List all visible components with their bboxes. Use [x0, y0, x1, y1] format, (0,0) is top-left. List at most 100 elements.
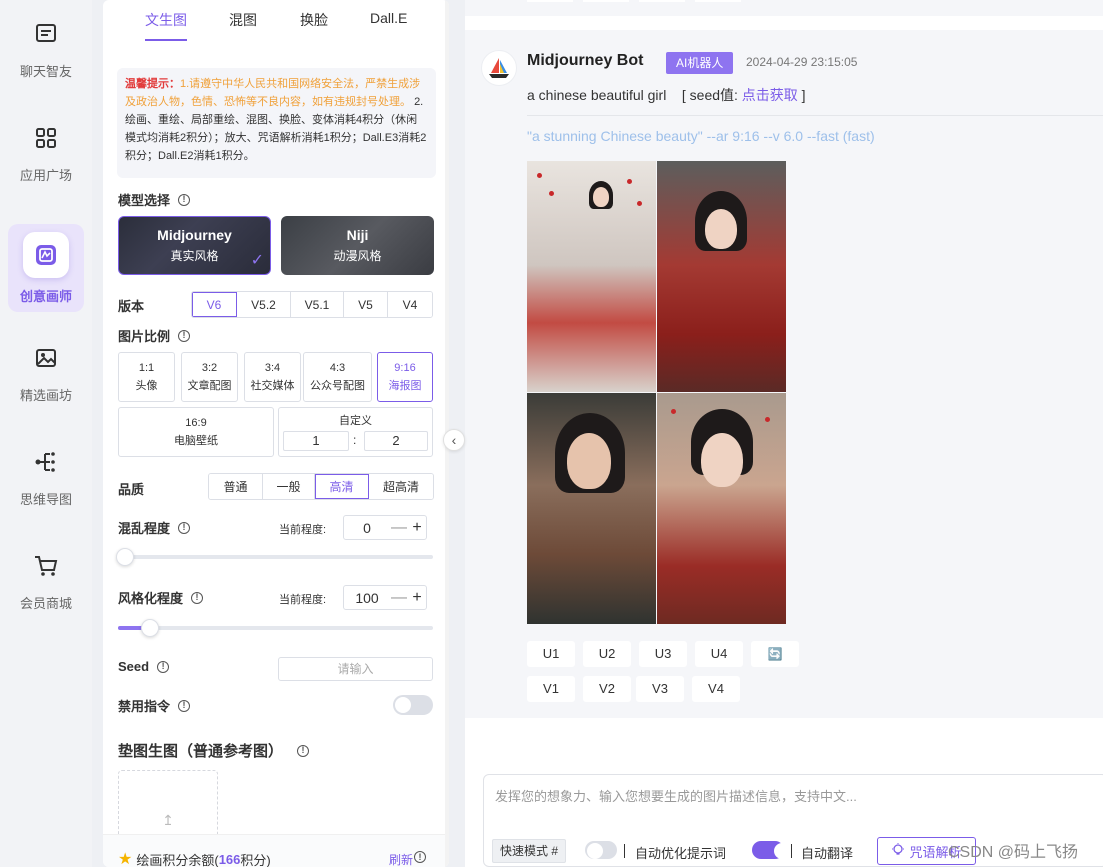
auto-optimize-label: 自动优化提示词 [635, 846, 727, 861]
model-sub: 动漫风格 [333, 249, 382, 263]
watermark: CSDN @码上飞扬 [948, 844, 1079, 861]
tab-face-swap[interactable]: 换脸 [300, 10, 328, 30]
variation-button-v1[interactable]: V1 [527, 676, 575, 702]
get-seed-link[interactable]: 点击获取 [742, 87, 798, 103]
tab-dalle[interactable]: Dall.E [370, 10, 407, 26]
no-command-toggle[interactable] [393, 695, 433, 715]
version-option[interactable]: V5.2 [237, 292, 291, 317]
ratio-value: 4:3 [329, 362, 346, 374]
separator [624, 844, 625, 858]
version-option[interactable]: V4 [388, 292, 432, 317]
result-prompt: "a stunning Chinese beauty" --ar 9:16 --… [527, 128, 875, 144]
version-option[interactable]: V6 [192, 292, 237, 317]
quality-option[interactable]: 高清 [315, 474, 369, 499]
nav-item-mindmap[interactable]: 思维导图 [8, 434, 84, 522]
nav-item-creative-painter[interactable]: 创意画师 [8, 224, 84, 312]
refresh-link[interactable]: 刷新 [389, 851, 413, 867]
prompt-input-placeholder[interactable]: 发挥您的想象力、输入您想要生成的图片描述信息，支持中文... [495, 786, 857, 805]
minus-button[interactable]: — [390, 589, 408, 607]
chat-area: Midjourney Bot AI机器人 2024-04-29 23:15:05… [465, 0, 1103, 867]
grid-icon [33, 125, 59, 151]
stylize-slider-thumb[interactable] [140, 619, 159, 637]
ref-image-label: 垫图生图（普通参考图） [118, 743, 284, 760]
nav-item-apps[interactable]: 应用广场 [8, 110, 84, 198]
ratio-option-16-9[interactable]: 16:9 电脑壁纸 [118, 407, 274, 457]
info-icon[interactable]: ! [157, 660, 170, 673]
auto-translate-toggle[interactable] [752, 841, 790, 859]
generated-image-4[interactable] [657, 393, 786, 624]
version-selector: V6 V5.2 V5.1 V5 V4 [191, 291, 433, 318]
image-icon [33, 345, 59, 371]
ratio-desc: 文章配图 [187, 380, 232, 392]
ratio-option-1-1[interactable]: 1:1 头像 [118, 352, 175, 402]
upscale-button-u4[interactable]: U4 [695, 641, 743, 667]
info-icon[interactable]: ! [178, 521, 191, 534]
variation-button-v2[interactable]: V2 [583, 676, 631, 702]
auto-optimize-toggle[interactable] [585, 841, 617, 859]
custom-separator: : [353, 433, 357, 447]
plus-button[interactable]: + [408, 519, 426, 537]
custom-width-input[interactable]: 1 [283, 431, 349, 451]
chaos-slider-thumb[interactable] [116, 548, 134, 566]
notice-box: 温馨提示：1.请遵守中华人民共和国网络安全法，严禁生成涉及政治人物，色情、恐怖等… [117, 68, 436, 178]
info-icon[interactable]: ! [297, 744, 310, 757]
seed-input[interactable]: 请输入 [278, 657, 433, 681]
stylize-stepper[interactable]: 100 — + [343, 585, 427, 610]
lightbulb-icon [891, 842, 905, 860]
generated-image-3[interactable] [527, 393, 656, 624]
ratio-option-4-3[interactable]: 4:3 公众号配图 [303, 352, 372, 402]
model-name: Midjourney [157, 227, 232, 243]
chaos-stepper[interactable]: 0 — + [343, 515, 427, 540]
quality-option[interactable]: 普通 [209, 474, 263, 499]
stylize-label-row: 风格化程度 ! [118, 588, 204, 607]
upscale-button-u1[interactable]: U1 [527, 641, 575, 667]
version-option[interactable]: V5.1 [291, 292, 344, 317]
upscale-button-u2[interactable]: U2 [583, 641, 631, 667]
stylize-slider-track[interactable] [118, 626, 433, 630]
info-icon[interactable]: ! [178, 329, 191, 342]
plus-button[interactable]: + [408, 589, 426, 607]
ratio-value: 1:1 [138, 362, 155, 374]
fast-mode-button[interactable]: 快速模式 # [492, 839, 567, 863]
left-nav: 聊天智友 应用广场 创意画师 精选画坊 思维导图 会员商城 [0, 0, 92, 867]
user-prompt: a chinese beautiful girl [ seed值: 点击获取 ] [527, 85, 806, 105]
version-option[interactable]: V5 [344, 292, 388, 317]
info-icon[interactable]: ! [178, 193, 191, 206]
tab-text-to-image[interactable]: 文生图 [145, 10, 187, 30]
cart-icon [33, 553, 59, 579]
tab-blend[interactable]: 混图 [229, 10, 257, 30]
ratio-option-3-4[interactable]: 3:4 社交媒体 [244, 352, 301, 402]
info-icon[interactable]: ! [191, 591, 204, 604]
model-card-niji[interactable]: Niji 动漫风格 [281, 216, 434, 275]
seed-label: Seed [118, 659, 150, 674]
ratio-option-3-2[interactable]: 3:2 文章配图 [181, 352, 238, 402]
ratio-desc: 海报图 [388, 380, 422, 392]
info-icon[interactable]: ! [178, 699, 191, 712]
generated-image-grid[interactable] [527, 161, 787, 625]
variation-button-v4[interactable]: V4 [692, 676, 740, 702]
generated-image-1[interactable] [527, 161, 656, 392]
credits-footer: ★ 绘画积分余额(166 积分) 刷新 ! [103, 834, 449, 867]
chaos-slider-track[interactable] [118, 555, 433, 559]
tab-active-indicator [145, 39, 187, 41]
separator [791, 844, 792, 858]
info-icon[interactable]: ! [414, 851, 426, 863]
nav-item-gallery[interactable]: 精选画坊 [8, 330, 84, 418]
model-card-midjourney[interactable]: Midjourney 真实风格 ✓ [118, 216, 271, 275]
minus-button[interactable]: — [390, 519, 408, 537]
quality-option[interactable]: 一般 [263, 474, 315, 499]
custom-height-input[interactable]: 2 [364, 431, 428, 451]
collapse-panel-button[interactable]: ‹ [443, 429, 465, 451]
upload-reference-image[interactable]: ↥ [118, 770, 218, 840]
check-icon: ✓ [250, 252, 264, 269]
variation-button-v3[interactable]: V3 [636, 676, 684, 702]
credits-prefix: 绘画积分余额( [136, 852, 219, 867]
generated-image-2[interactable] [657, 161, 786, 392]
ratio-option-9-16[interactable]: 9:16 海报图 [377, 352, 433, 402]
reroll-icon[interactable]: 🔄 [751, 641, 799, 667]
ratio-value: 3:2 [201, 362, 218, 374]
upscale-button-u3[interactable]: U3 [639, 641, 687, 667]
quality-option[interactable]: 超高清 [369, 474, 433, 499]
nav-item-shop[interactable]: 会员商城 [8, 538, 84, 626]
nav-item-chat[interactable]: 聊天智友 [8, 6, 84, 94]
